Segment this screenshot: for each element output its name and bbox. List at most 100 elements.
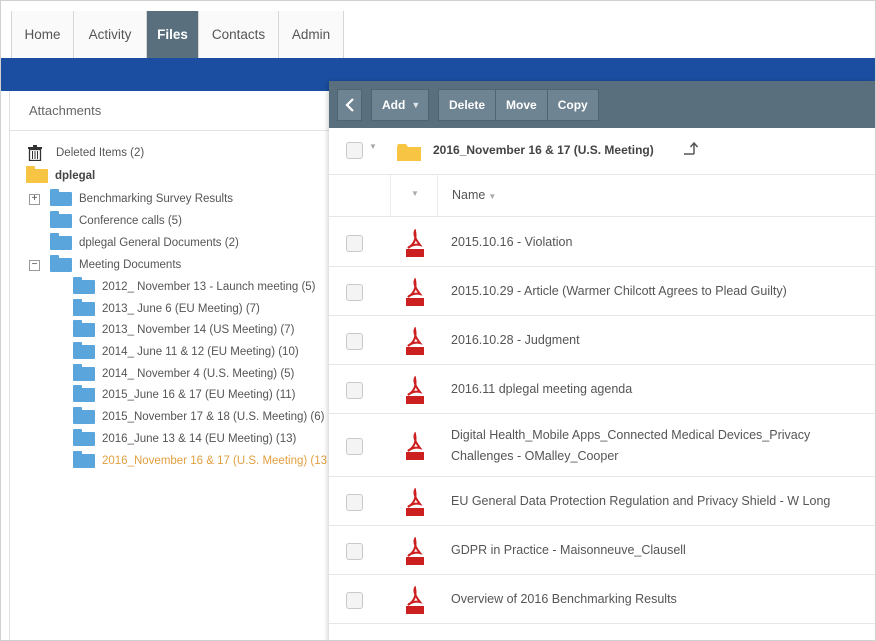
collapse-icon[interactable]: −	[29, 259, 40, 271]
file-list-panel: Add ▼ Delete Move Copy ▼ 2016_November 1…	[329, 81, 875, 640]
pdf-icon	[405, 326, 425, 355]
name-column-header[interactable]: Name ▼	[452, 188, 496, 202]
tree-item-conference-calls[interactable]: Conference calls (5)	[50, 211, 182, 231]
tree-item-folder[interactable]: 2015_June 16 & 17 (EU Meeting) (11)	[73, 385, 295, 405]
row-checkbox[interactable]	[346, 591, 363, 609]
row-checkbox[interactable]	[346, 332, 363, 350]
row-checkbox[interactable]	[346, 493, 363, 511]
toolbar: Add ▼ Delete Move Copy	[329, 81, 875, 128]
file-name-link[interactable]: Digital Health_Mobile Apps_Connected Med…	[451, 425, 861, 467]
pdf-icon	[405, 585, 425, 614]
table-row[interactable]: 2016.11 dplegal meeting agenda	[329, 365, 875, 414]
table-row[interactable]: Digital Health_Mobile Apps_Connected Med…	[329, 414, 875, 477]
file-name-link[interactable]: 2016.11 dplegal meeting agenda	[451, 379, 861, 400]
table-header: ▼ Name ▼	[329, 175, 875, 217]
pdf-icon	[405, 431, 425, 460]
select-all-checkbox[interactable]	[346, 142, 363, 159]
tree-item-folder[interactable]: 2013_ November 14 (US Meeting) (7)	[73, 320, 294, 340]
folder-icon	[50, 189, 72, 206]
copy-button[interactable]: Copy	[546, 88, 599, 121]
tree-item-label: Meeting Documents	[79, 259, 182, 271]
tree-item-dplegal[interactable]: dplegal	[26, 166, 95, 186]
up-folder-icon[interactable]	[684, 141, 698, 155]
add-button-label: Add	[382, 97, 406, 112]
tree-item-general-documents[interactable]: dplegal General Documents (2)	[50, 233, 239, 253]
row-checkbox[interactable]	[346, 437, 363, 455]
tab-activity[interactable]: Activity	[74, 11, 147, 58]
pdf-icon	[405, 228, 425, 257]
folder-icon	[50, 255, 72, 272]
tab-files[interactable]: Files	[147, 11, 199, 58]
folder-icon	[73, 451, 95, 468]
pdf-icon	[405, 375, 425, 404]
tree-item-folder[interactable]: 2015_November 17 & 18 (U.S. Meeting) (6)	[73, 407, 324, 427]
table-row[interactable]: Overview of 2016 Benchmarking Results	[329, 575, 875, 624]
folder-icon	[73, 342, 95, 359]
file-name-link[interactable]: 2015.10.29 - Article (Warmer Chilcott Ag…	[451, 281, 861, 302]
table-row[interactable]: EU General Data Protection Regulation an…	[329, 477, 875, 526]
tab-home[interactable]: Home	[12, 11, 74, 58]
panel-title: Attachments	[10, 91, 334, 131]
row-checkbox[interactable]	[346, 542, 363, 560]
file-name-link[interactable]: Overview of 2016 Benchmarking Results	[451, 589, 861, 610]
folder-icon	[73, 299, 95, 316]
tree-item-meeting-documents[interactable]: − Meeting Documents	[29, 255, 181, 275]
table-row[interactable]: 2016.10.28 - Judgment	[329, 316, 875, 365]
select-dropdown-icon[interactable]: ▼	[369, 142, 377, 151]
row-checkbox[interactable]	[346, 381, 363, 399]
table-row[interactable]: 2015.10.16 - Violation	[329, 218, 875, 267]
trash-icon	[28, 145, 42, 161]
folder-icon	[73, 429, 95, 446]
folder-icon	[50, 211, 72, 228]
file-name-link[interactable]: GDPR in Practice - Maisonneuve_Clausell	[451, 540, 861, 561]
delete-button[interactable]: Delete	[438, 88, 496, 121]
file-name-link[interactable]: 2016.10.28 - Judgment	[451, 330, 861, 351]
folder-icon	[73, 277, 95, 294]
tree-item-folder[interactable]: 2013_ June 6 (EU Meeting) (7)	[73, 299, 260, 319]
tree-item-folder[interactable]: 2012_ November 13 - Launch meeting (5)	[73, 277, 316, 297]
app-window: Home Activity Files Contacts Admin Attac…	[0, 0, 876, 641]
tree-item-label: 2015_June 16 & 17 (EU Meeting) (11)	[102, 389, 296, 401]
pdf-icon	[405, 487, 425, 516]
tree-item-benchmarking[interactable]: + Benchmarking Survey Results	[29, 189, 233, 209]
add-button[interactable]: Add ▼	[371, 88, 429, 121]
tree-item-label: dplegal General Documents (2)	[79, 237, 239, 249]
type-column-header[interactable]: ▼	[390, 175, 438, 217]
row-checkbox[interactable]	[346, 283, 363, 301]
row-checkbox[interactable]	[346, 234, 363, 252]
tree-item-label: Conference calls (5)	[79, 215, 182, 227]
back-button[interactable]	[337, 88, 362, 121]
sort-icon: ▼	[411, 189, 419, 198]
folder-icon	[73, 320, 95, 337]
tree-item-label: 2014_ November 4 (U.S. Meeting) (5)	[102, 368, 295, 380]
tree-item-label: 2016_June 13 & 14 (EU Meeting) (13)	[102, 433, 297, 445]
folder-icon	[50, 233, 72, 250]
file-name-link[interactable]: EU General Data Protection Regulation an…	[451, 491, 861, 512]
tree-item-label: 2015_November 17 & 18 (U.S. Meeting) (6)	[102, 411, 325, 423]
tree-item-label: dplegal	[55, 170, 96, 182]
chevron-left-icon	[344, 97, 354, 112]
expand-icon[interactable]: +	[29, 193, 40, 205]
folder-icon	[26, 166, 48, 183]
table-row[interactable]: GDPR in Practice - Maisonneuve_Clausell	[329, 526, 875, 575]
tree-item-folder-selected[interactable]: 2016_November 16 & 17 (U.S. Meeting) (13	[73, 451, 327, 471]
tree-item-label: 2012_ November 13 - Launch meeting (5)	[102, 281, 316, 293]
pdf-icon	[405, 277, 425, 306]
caret-down-icon: ▼	[411, 99, 421, 110]
attachments-panel: Attachments Deleted Items (2) dplegal +	[9, 91, 334, 640]
tree-item-label: 2016_November 16 & 17 (U.S. Meeting) (13	[102, 455, 328, 467]
folder-icon	[73, 385, 95, 402]
tree-item-folder[interactable]: 2014_ June 11 & 12 (EU Meeting) (10)	[73, 342, 299, 362]
move-button[interactable]: Move	[495, 88, 547, 121]
file-name-link[interactable]: 2015.10.16 - Violation	[451, 232, 861, 253]
name-header-label: Name	[452, 188, 486, 202]
table-row[interactable]: 2015.10.29 - Article (Warmer Chilcott Ag…	[329, 267, 875, 316]
tab-contacts[interactable]: Contacts	[199, 11, 279, 58]
folder-icon	[73, 364, 95, 381]
tree-item-folder[interactable]: 2014_ November 4 (U.S. Meeting) (5)	[73, 364, 294, 384]
tree-item-deleted-items[interactable]: Deleted Items (2)	[28, 143, 144, 163]
sort-icon: ▼	[488, 192, 497, 201]
current-folder-bar: ▼ 2016_November 16 & 17 (U.S. Meeting)	[329, 128, 875, 175]
tree-item-folder[interactable]: 2016_June 13 & 14 (EU Meeting) (13)	[73, 429, 296, 449]
tab-admin[interactable]: Admin	[279, 11, 344, 58]
